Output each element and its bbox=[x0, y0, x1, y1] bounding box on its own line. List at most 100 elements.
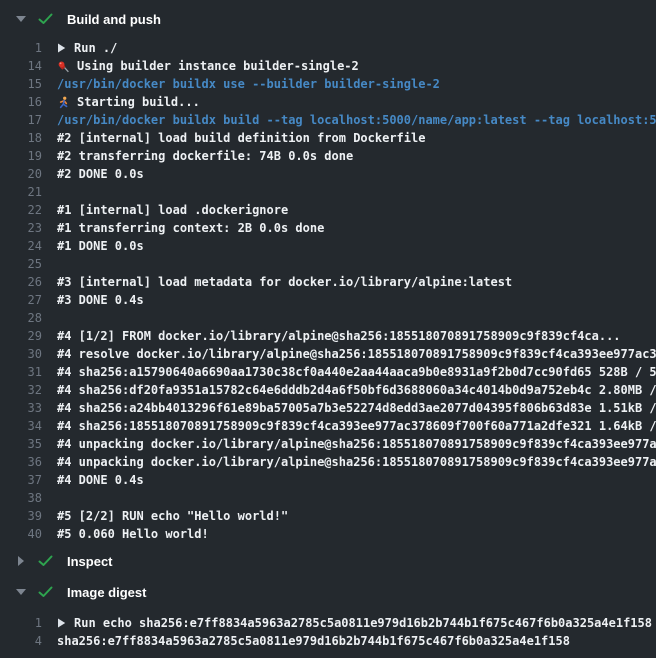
line-content: sha256:e7ff8834a5963a2785c5a0811e979d16b… bbox=[57, 632, 570, 650]
line-number[interactable]: 21 bbox=[0, 183, 42, 201]
line-number[interactable]: 36 bbox=[0, 453, 42, 471]
line-content: /usr/bin/docker buildx use --builder bui… bbox=[57, 75, 440, 93]
line-text: #4 unpacking docker.io/library/alpine@sh… bbox=[57, 435, 656, 453]
line-number[interactable]: 34 bbox=[0, 417, 42, 435]
log-line: 32 #4 sha256:df20fa9351a15782c64e6dddb2d… bbox=[0, 381, 656, 399]
line-number[interactable]: 26 bbox=[0, 273, 42, 291]
log-line: 1 Run echo sha256:e7ff8834a5963a2785c5a0… bbox=[0, 614, 656, 632]
line-number[interactable]: 40 bbox=[0, 525, 42, 543]
log-line: 28 bbox=[0, 309, 656, 327]
runner-icon bbox=[57, 96, 70, 109]
line-text: #4 unpacking docker.io/library/alpine@sh… bbox=[57, 453, 656, 471]
run-expand-icon[interactable] bbox=[57, 618, 66, 628]
log-group-title: Build and push bbox=[67, 12, 161, 27]
line-content: /usr/bin/docker buildx build --tag local… bbox=[57, 111, 656, 129]
log-line: 29 #4 [1/2] FROM docker.io/library/alpin… bbox=[0, 327, 656, 345]
line-text: Run ./ bbox=[74, 39, 117, 57]
line-content: #4 sha256:df20fa9351a15782c64e6dddb2d4a6… bbox=[57, 381, 656, 399]
line-number[interactable]: 23 bbox=[0, 219, 42, 237]
line-content: #5 0.060 Hello world! bbox=[57, 525, 209, 543]
line-content: #2 transferring dockerfile: 74B 0.0s don… bbox=[57, 147, 353, 165]
run-expand-icon[interactable] bbox=[57, 43, 66, 53]
line-number[interactable]: 20 bbox=[0, 165, 42, 183]
line-number[interactable]: 1 bbox=[0, 39, 42, 57]
log-line: 37 #4 DONE 0.4s bbox=[0, 471, 656, 489]
line-number[interactable]: 22 bbox=[0, 201, 42, 219]
line-text: Using builder instance builder-single-2 bbox=[77, 57, 359, 75]
line-number[interactable]: 39 bbox=[0, 507, 42, 525]
line-content: #1 transferring context: 2B 0.0s done bbox=[57, 219, 324, 237]
log-line: 20 #2 DONE 0.0s bbox=[0, 165, 656, 183]
line-text: Run echo sha256:e7ff8834a5963a2785c5a081… bbox=[74, 614, 652, 632]
line-text: /usr/bin/docker buildx use --builder bui… bbox=[57, 75, 440, 93]
line-content: Using builder instance builder-single-2 bbox=[57, 57, 359, 75]
log-group-inspect: Inspect bbox=[0, 552, 656, 570]
line-number[interactable]: 25 bbox=[0, 255, 42, 273]
check-icon bbox=[38, 555, 53, 567]
line-text: Starting build... bbox=[77, 93, 200, 111]
line-text: #4 sha256:df20fa9351a15782c64e6dddb2d4a6… bbox=[57, 381, 656, 399]
log-line: 35 #4 unpacking docker.io/library/alpine… bbox=[0, 435, 656, 453]
line-number[interactable]: 37 bbox=[0, 471, 42, 489]
log-line: 18 #2 [internal] load build definition f… bbox=[0, 129, 656, 147]
log-group-lines: 1 Run ./ 14 Using builder instance build… bbox=[0, 39, 656, 543]
line-number[interactable]: 28 bbox=[0, 309, 42, 327]
log-line: 16 Starting build... bbox=[0, 93, 656, 111]
line-number[interactable]: 27 bbox=[0, 291, 42, 309]
line-number[interactable]: 19 bbox=[0, 147, 42, 165]
check-icon bbox=[38, 13, 53, 25]
pushpin-icon bbox=[57, 60, 70, 73]
line-text: #4 sha256:185518070891758909c9f839cf4ca3… bbox=[57, 417, 656, 435]
line-number[interactable]: 29 bbox=[0, 327, 42, 345]
line-content: #4 resolve docker.io/library/alpine@sha2… bbox=[57, 345, 656, 363]
log-group-image-digest: Image digest 1 Run echo sha256:e7ff8834a… bbox=[0, 583, 656, 650]
line-content: #4 sha256:a15790640a6690aa1730c38cf0a440… bbox=[57, 363, 656, 381]
log-line: 19 #2 transferring dockerfile: 74B 0.0s … bbox=[0, 147, 656, 165]
line-number[interactable]: 31 bbox=[0, 363, 42, 381]
line-content: #4 sha256:a24bb4013296f61e89ba57005a7b3e… bbox=[57, 399, 656, 417]
log-line: 15 /usr/bin/docker buildx use --builder … bbox=[0, 75, 656, 93]
line-content: #2 [internal] load build definition from… bbox=[57, 129, 425, 147]
line-number[interactable]: 33 bbox=[0, 399, 42, 417]
log-group-title: Inspect bbox=[67, 554, 113, 569]
line-text: /usr/bin/docker buildx build --tag local… bbox=[57, 111, 656, 129]
line-number[interactable]: 1 bbox=[0, 614, 42, 632]
log-line: 17 /usr/bin/docker buildx build --tag lo… bbox=[0, 111, 656, 129]
line-content: Run ./ bbox=[57, 39, 117, 57]
line-text: #2 transferring dockerfile: 74B 0.0s don… bbox=[57, 147, 353, 165]
line-number[interactable]: 16 bbox=[0, 93, 42, 111]
log-group-header-image-digest[interactable]: Image digest bbox=[0, 583, 656, 601]
log-group-header-build-and-push[interactable]: Build and push bbox=[0, 10, 656, 28]
line-text: #5 [2/2] RUN echo "Hello world!" bbox=[57, 507, 288, 525]
line-number[interactable]: 32 bbox=[0, 381, 42, 399]
log-group-header-inspect[interactable]: Inspect bbox=[0, 552, 656, 570]
line-number[interactable]: 15 bbox=[0, 75, 42, 93]
log-line: 25 bbox=[0, 255, 656, 273]
log-line: 24 #1 DONE 0.0s bbox=[0, 237, 656, 255]
line-number[interactable]: 35 bbox=[0, 435, 42, 453]
line-content: #4 unpacking docker.io/library/alpine@sh… bbox=[57, 453, 656, 471]
log-line: 4 sha256:e7ff8834a5963a2785c5a0811e979d1… bbox=[0, 632, 656, 650]
line-text: #2 [internal] load build definition from… bbox=[57, 129, 425, 147]
line-text: #1 DONE 0.0s bbox=[57, 237, 144, 255]
line-number[interactable]: 38 bbox=[0, 489, 42, 507]
line-text: #4 resolve docker.io/library/alpine@sha2… bbox=[57, 345, 656, 363]
line-text: #4 DONE 0.4s bbox=[57, 471, 144, 489]
line-number[interactable]: 17 bbox=[0, 111, 42, 129]
log-group-build-and-push: Build and push 1 Run ./ 14 Using builder… bbox=[0, 10, 656, 543]
line-number[interactable]: 30 bbox=[0, 345, 42, 363]
line-text: #1 [internal] load .dockerignore bbox=[57, 201, 288, 219]
line-number[interactable]: 4 bbox=[0, 632, 42, 650]
line-number[interactable]: 24 bbox=[0, 237, 42, 255]
line-content: #1 DONE 0.0s bbox=[57, 237, 144, 255]
log-line: 14 Using builder instance builder-single… bbox=[0, 57, 656, 75]
line-content: #3 DONE 0.4s bbox=[57, 291, 144, 309]
line-number[interactable]: 14 bbox=[0, 57, 42, 75]
line-content: #4 sha256:185518070891758909c9f839cf4ca3… bbox=[57, 417, 656, 435]
line-content: #4 unpacking docker.io/library/alpine@sh… bbox=[57, 435, 656, 453]
log-line: 22 #1 [internal] load .dockerignore bbox=[0, 201, 656, 219]
log-line: 1 Run ./ bbox=[0, 39, 656, 57]
log-line: 26 #3 [internal] load metadata for docke… bbox=[0, 273, 656, 291]
line-number[interactable]: 18 bbox=[0, 129, 42, 147]
log-group-lines: 1 Run echo sha256:e7ff8834a5963a2785c5a0… bbox=[0, 614, 656, 650]
